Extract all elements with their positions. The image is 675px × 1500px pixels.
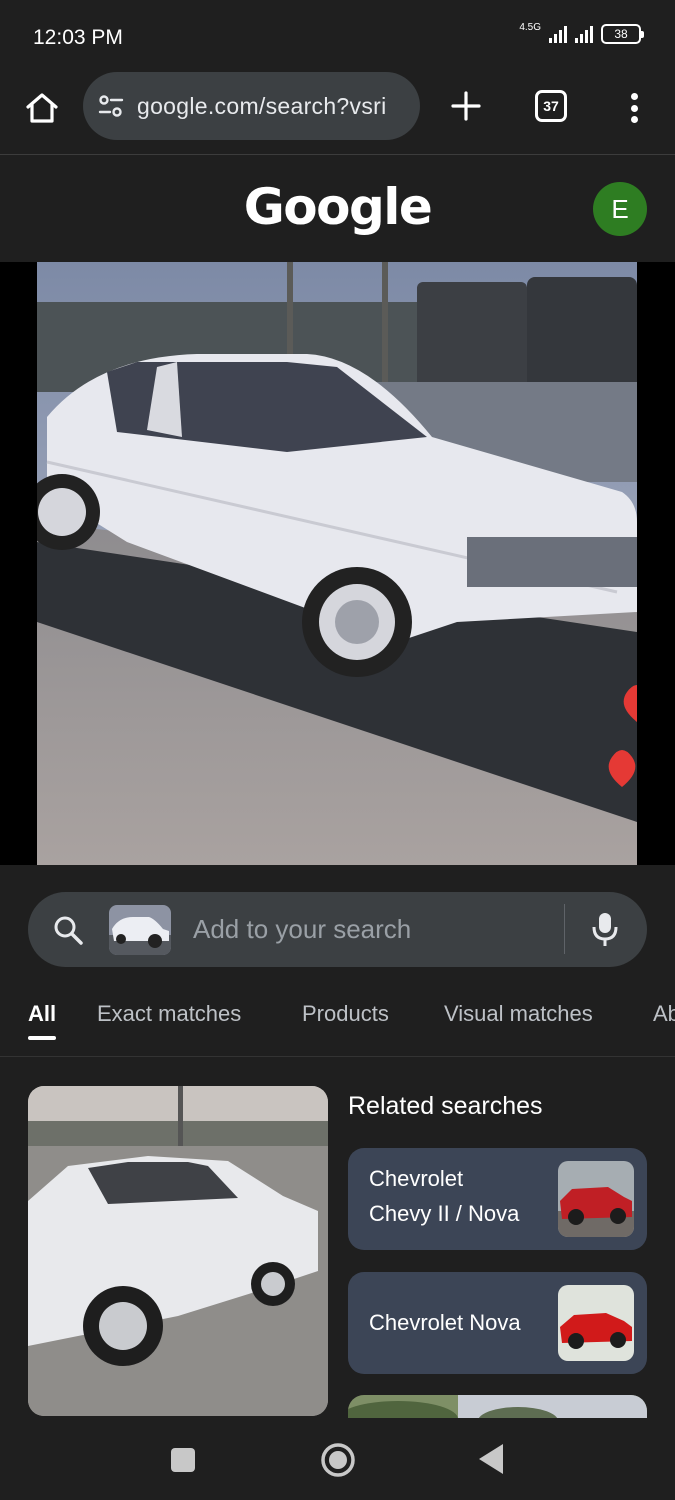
related-search-label: Chevrolet (369, 1166, 464, 1191)
google-logo[interactable]: Google (0, 178, 675, 236)
related-search-thumbnail (558, 1285, 634, 1361)
related-search-label: Chevrolet Nova (369, 1310, 521, 1335)
url-text[interactable]: google.com/search?vsri (137, 93, 387, 120)
tab-about[interactable]: Ab (653, 1001, 675, 1027)
search-input[interactable]: Add to your search (193, 914, 411, 945)
tab-switcher-icon[interactable]: 37 (535, 90, 567, 122)
result-tabs: All Exact matches Products Visual matche… (0, 993, 675, 1057)
related-searches-title: Related searches (348, 1092, 543, 1120)
browser-toolbar: google.com/search?vsri 37 (0, 72, 675, 155)
signal-icon-2 (575, 25, 593, 43)
recents-icon[interactable] (171, 1448, 195, 1472)
divider (564, 904, 565, 954)
tab-exact-matches[interactable]: Exact matches (97, 1001, 241, 1027)
site-settings-icon[interactable] (97, 92, 125, 120)
related-search-card[interactable]: Chevrolet Chevy II / Nova (348, 1148, 647, 1250)
search-bar[interactable]: Add to your search (28, 892, 647, 967)
battery-icon: 38 (601, 24, 644, 44)
visual-match-image[interactable] (28, 1086, 328, 1416)
related-search-label: Chevy II / Nova (369, 1201, 520, 1226)
status-time: 12:03 PM (33, 26, 123, 49)
home-nav-icon[interactable] (320, 1442, 356, 1478)
status-indicators: 4.5G 38 (519, 22, 644, 44)
system-nav-bar (0, 1418, 675, 1500)
signal-icon (549, 25, 567, 43)
tab-products[interactable]: Products (302, 1001, 389, 1027)
back-icon[interactable] (477, 1442, 505, 1476)
lens-source-image[interactable] (37, 262, 637, 865)
related-search-card[interactable]: Chevrolet Nova (348, 1272, 647, 1374)
home-icon[interactable] (22, 88, 62, 128)
search-icon[interactable] (52, 914, 84, 946)
new-tab-icon[interactable] (446, 86, 486, 126)
more-menu-icon[interactable] (620, 90, 648, 126)
tab-count: 37 (543, 98, 559, 114)
url-bar[interactable]: google.com/search?vsri (83, 72, 420, 140)
search-image-thumbnail[interactable] (109, 905, 171, 955)
mic-icon[interactable] (589, 911, 621, 947)
battery-level: 38 (614, 27, 628, 41)
status-bar: 12:03 PM 4.5G 38 (0, 0, 675, 72)
network-type: 4.5G (519, 22, 541, 33)
account-avatar[interactable]: E (593, 182, 647, 236)
active-tab-indicator (28, 1036, 56, 1040)
related-search-thumbnail (558, 1161, 634, 1237)
results-sheet: Add to your search All Exact matches Pro… (0, 865, 675, 1436)
tab-visual-matches[interactable]: Visual matches (444, 1001, 593, 1027)
avatar-letter: E (611, 193, 629, 224)
lens-source-image-area (0, 262, 675, 865)
tab-all[interactable]: All (28, 1001, 56, 1027)
google-header: Google E (0, 156, 675, 262)
